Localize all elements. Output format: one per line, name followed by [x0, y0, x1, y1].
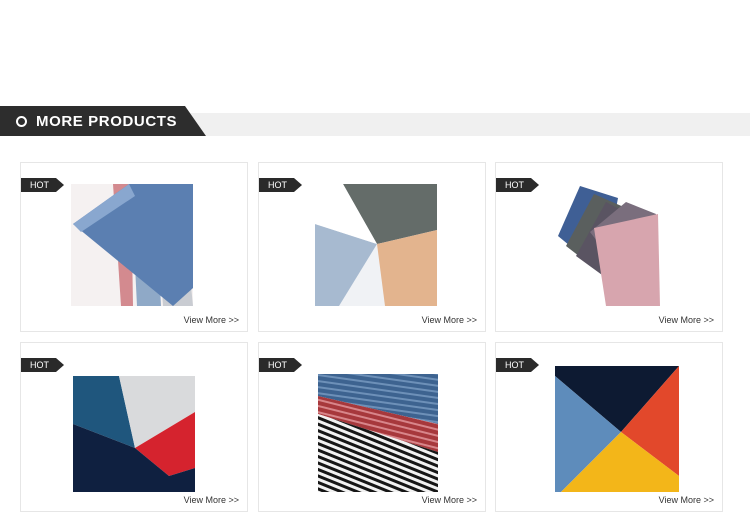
product-card[interactable]: HOT View More >>	[495, 342, 723, 512]
hot-badge: HOT	[21, 358, 64, 372]
hot-badge: HOT	[259, 178, 302, 192]
hot-badge: HOT	[259, 358, 302, 372]
section-title: MORE PRODUCTS	[0, 106, 206, 136]
product-image[interactable]	[555, 366, 679, 492]
product-image[interactable]	[315, 184, 437, 306]
view-more-link[interactable]: View More >>	[422, 495, 477, 505]
product-image[interactable]	[556, 184, 678, 306]
product-image[interactable]	[73, 374, 195, 492]
hot-badge: HOT	[496, 178, 539, 192]
hot-badge: HOT	[496, 358, 539, 372]
section-title-text: MORE PRODUCTS	[36, 112, 178, 130]
product-card[interactable]: HOT View More >>	[258, 342, 486, 512]
circle-icon	[16, 115, 27, 127]
product-image[interactable]	[71, 184, 193, 306]
product-card[interactable]: HOT View More >>	[258, 162, 486, 332]
view-more-link[interactable]: View More >>	[184, 315, 239, 325]
view-more-link[interactable]: View More >>	[659, 495, 714, 505]
view-more-link[interactable]: View More >>	[659, 315, 714, 325]
view-more-link[interactable]: View More >>	[422, 315, 477, 325]
product-card[interactable]: HOT View More >>	[20, 342, 248, 512]
view-more-link[interactable]: View More >>	[184, 495, 239, 505]
product-image[interactable]	[318, 374, 438, 492]
hot-badge: HOT	[21, 178, 64, 192]
product-card[interactable]: HOT View More >>	[20, 162, 248, 332]
product-card[interactable]: HOT View More >>	[495, 162, 723, 332]
